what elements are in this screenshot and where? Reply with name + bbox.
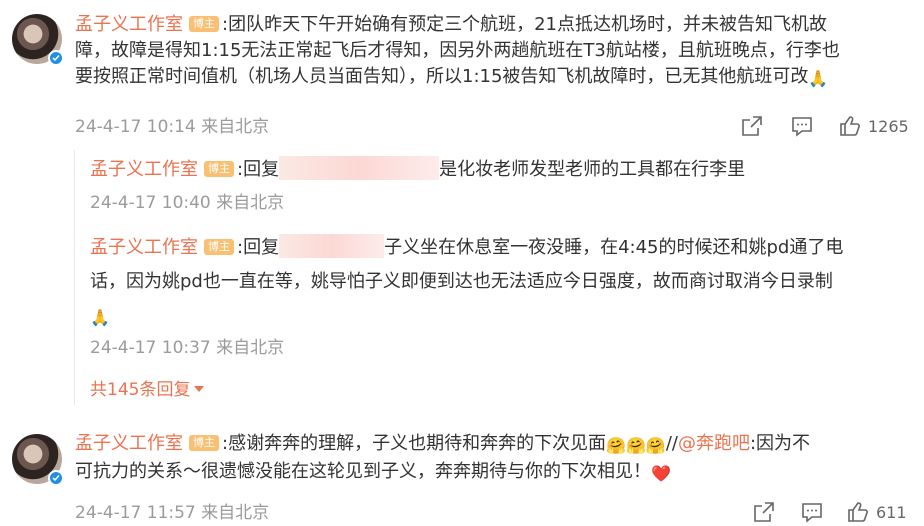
reply-1-meta: 24-4-17 10:40 来自北京 (90, 192, 284, 214)
reply-1: 孟子义工作室 博主:回复 是化妆老师发型老师的工具都在行李里 (90, 156, 745, 183)
blurred-username (279, 156, 440, 180)
comment-1-actions: 1265 (740, 114, 909, 138)
avatar-comment-2[interactable] (12, 434, 64, 486)
host-tag: 博主 (204, 239, 234, 255)
reply-text-line: 子义坐在休息室一夜没睡，在4:45的时候还和姚pd通了电 (384, 237, 844, 258)
caret-down-icon (194, 386, 205, 392)
repost-separator: // (665, 433, 678, 454)
reply-text-line: 话，因为姚pd也一直在等，姚导怕子义即便到达也无法适应今日强度，故而商讨取消今日… (90, 271, 833, 292)
location: 来自北京 (216, 193, 285, 213)
verified-badge-icon (48, 470, 64, 486)
more-replies-label: 共145条回复 (90, 380, 191, 400)
like-button[interactable]: 1265 (838, 114, 909, 138)
comment-text: :感谢奔奔的理解，子义也期待和奔奔的下次见面 (222, 433, 607, 454)
timestamp: 24-4-17 11:57 (75, 503, 196, 523)
host-tag: 博主 (204, 161, 234, 177)
verified-badge-icon (48, 50, 64, 66)
comment-text-line: :团队昨天下午开始确有预定三个航班，21点抵达机场时，并未被告知飞机故 (222, 14, 827, 35)
mention-link[interactable]: @奔跑吧 (678, 433, 750, 454)
comment-icon[interactable] (800, 500, 824, 524)
like-count: 611 (876, 502, 907, 522)
comment-text: :因为不 (749, 433, 811, 454)
timestamp: 24-4-17 10:40 (90, 193, 211, 213)
reply-prefix: :回复 (237, 237, 280, 258)
comment-text-line: 要按照正常时间值机（机场人员当面告知），所以1:15被告知飞机故障时，已无其他航… (75, 66, 809, 87)
location: 来自北京 (201, 503, 270, 523)
host-tag: 博主 (189, 16, 219, 32)
hug-emoji: 🤗 (606, 436, 626, 455)
like-icon (848, 502, 868, 522)
reply-2-meta: 24-4-17 10:37 来自北京 (90, 337, 284, 359)
share-icon[interactable] (740, 114, 764, 138)
comment-2-meta: 24-4-17 11:57 来自北京 (75, 502, 269, 524)
comment-2-actions: 611 (752, 500, 907, 524)
author-name[interactable]: 孟子义工作室 (75, 14, 183, 35)
share-icon[interactable] (752, 500, 776, 524)
author-name[interactable]: 孟子义工作室 (90, 159, 198, 180)
avatar-comment-1[interactable] (12, 14, 64, 66)
reply-2: 孟子义工作室 博主:回复 子义坐在休息室一夜没睡，在4:45的时候还和姚pd通了电 … (90, 234, 920, 331)
host-tag: 博主 (189, 435, 219, 451)
comment-1-meta: 24-4-17 10:14 来自北京 (75, 116, 269, 138)
comment-icon[interactable] (790, 114, 814, 138)
blurred-username (279, 234, 385, 258)
comment-2-body: 孟子义工作室 博主:感谢奔奔的理解，子义也期待和奔奔的下次见面🤗🤗🤗//@奔跑吧:… (75, 431, 920, 487)
timestamp: 24-4-17 10:37 (90, 338, 211, 358)
author-name[interactable]: 孟子义工作室 (75, 433, 183, 454)
comment-text-line: 障，故障是得知1:15无法正常起飞后才得知，因另外两趟航班在T3航站楼，且航班晚… (75, 40, 840, 61)
like-icon (840, 116, 860, 136)
pray-emoji: 🙏 (808, 69, 829, 88)
like-button[interactable]: 611 (846, 500, 907, 524)
heart-emoji: ❤️ (651, 464, 671, 483)
hug-emoji: 🤗 (645, 436, 666, 455)
location: 来自北京 (216, 338, 285, 358)
like-count: 1265 (868, 116, 909, 136)
reply-text: 是化妆老师发型老师的工具都在行李里 (439, 159, 746, 180)
hug-emoji: 🤗 (625, 436, 646, 455)
location: 来自北京 (201, 117, 270, 137)
comment-text-line: 可抗力的关系～很遗憾没能在这轮见到子义，奔奔期待与你的下次相见！ (75, 461, 651, 482)
more-replies-link[interactable]: 共145条回复 (90, 379, 205, 401)
pray-emoji: 🙏 (90, 308, 110, 327)
author-name[interactable]: 孟子义工作室 (90, 237, 198, 258)
comment-1-body: 孟子义工作室 博主:团队昨天下午开始确有预定三个航班，21点抵达机场时，并未被告知… (75, 12, 920, 92)
reply-thread-divider (74, 150, 75, 405)
timestamp: 24-4-17 10:14 (75, 117, 196, 137)
reply-prefix: :回复 (237, 159, 280, 180)
